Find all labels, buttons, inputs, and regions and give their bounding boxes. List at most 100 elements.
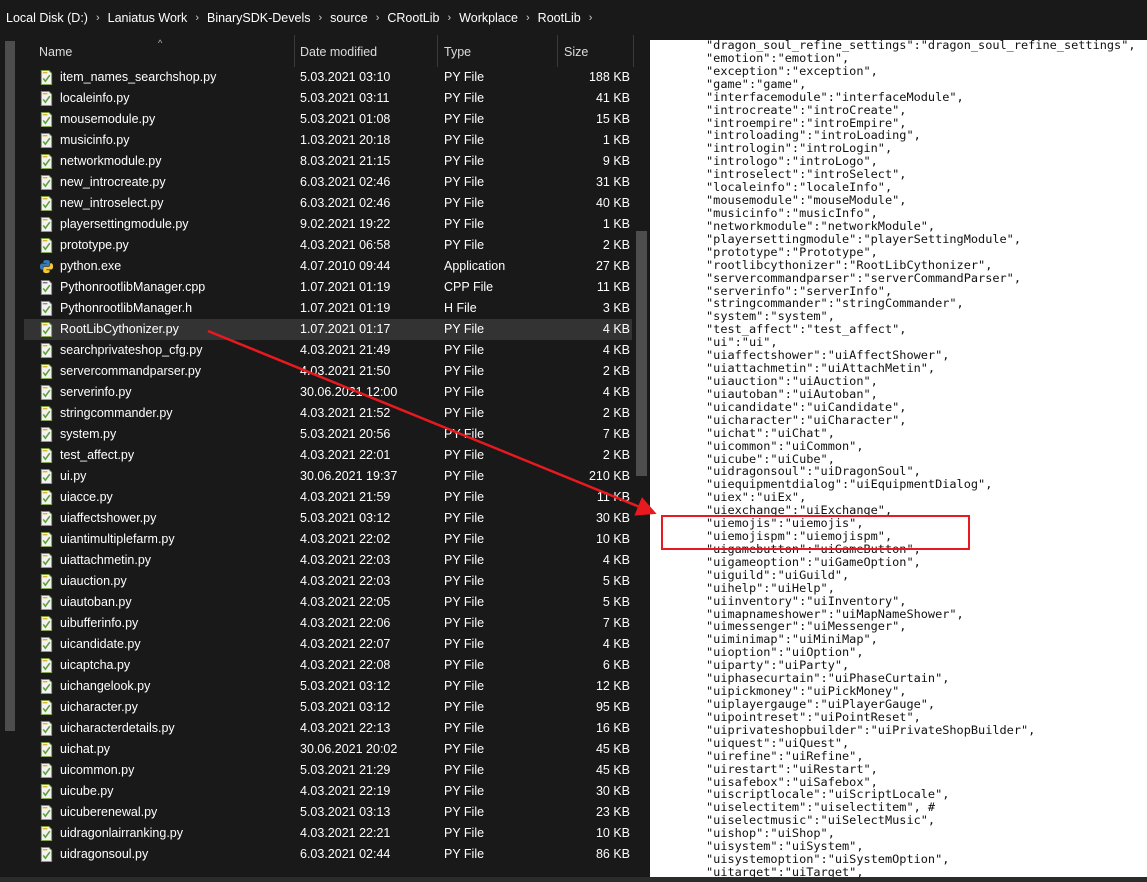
file-date-modified: 4.03.2021 22:13: [300, 721, 391, 735]
file-row[interactable]: networkmodule.py 8.03.2021 21:15 PY File 9 …: [24, 151, 632, 172]
file-date-modified: 8.03.2021 21:15: [300, 154, 391, 168]
chevron-right-icon[interactable]: ›: [96, 12, 100, 24]
file-type: PY File: [444, 343, 485, 357]
file-row[interactable]: musicinfo.py 1.03.2021 20:18 PY File 1 KB: [24, 130, 632, 151]
code-line: "uiprivateshopbuilder":"uiPrivateShopBui…: [706, 722, 1036, 737]
file-name: localeinfo.py: [60, 91, 130, 105]
file-row[interactable]: uicommon.py 5.03.2021 21:29 PY File 45 KB: [24, 760, 632, 781]
python-file-icon: [40, 532, 53, 547]
chevron-right-icon[interactable]: ›: [589, 12, 593, 24]
column-header-name[interactable]: Name: [33, 35, 295, 67]
cpp-file-icon: [40, 280, 53, 295]
file-date-modified: 5.03.2021 03:12: [300, 700, 391, 714]
file-row[interactable]: playersettingmodule.py 9.02.2021 19:22 PY …: [24, 214, 632, 235]
file-list: item_names_searchshop.py 5.03.2021 03:10 P…: [24, 67, 632, 865]
file-list-scrollbar-thumb[interactable]: [636, 231, 647, 476]
file-row[interactable]: uicube.py 4.03.2021 22:19 PY File 30 KB: [24, 781, 632, 802]
chevron-right-icon[interactable]: ›: [448, 12, 452, 24]
left-scrollbar-thumb[interactable]: [5, 41, 15, 731]
code-line: "uiguild":"uiGuild",: [706, 567, 850, 582]
file-type: CPP File: [444, 280, 494, 294]
breadcrumb-item[interactable]: source: [330, 11, 368, 25]
file-type: PY File: [444, 595, 485, 609]
file-row[interactable]: uiautoban.py 4.03.2021 22:05 PY File 5 KB: [24, 592, 632, 613]
column-header-type[interactable]: Type: [438, 35, 558, 67]
file-row[interactable]: uiaffectshower.py 5.03.2021 03:12 PY File 3…: [24, 508, 632, 529]
file-row[interactable]: uiattachmetin.py 4.03.2021 22:03 PY File 4 …: [24, 550, 632, 571]
file-type: PY File: [444, 574, 485, 588]
file-row[interactable]: uidragonlairranking.py 4.03.2021 22:21 PY …: [24, 823, 632, 844]
code-editor[interactable]: "dragon_soul_refine_settings":"dragon_so…: [650, 40, 1147, 877]
code-line: "game":"game",: [706, 76, 807, 91]
file-row[interactable]: test_affect.py 4.03.2021 22:01 PY File 2 KB: [24, 445, 632, 466]
file-row[interactable]: python.exe 4.07.2010 09:44 Application 27 K…: [24, 256, 632, 277]
breadcrumb-item[interactable]: RootLib: [538, 11, 581, 25]
file-row[interactable]: servercommandparser.py 4.03.2021 21:50 PY …: [24, 361, 632, 382]
file-row[interactable]: uiantimultiplefarm.py 4.03.2021 22:02 PY F…: [24, 529, 632, 550]
file-date-modified: 4.03.2021 22:08: [300, 658, 391, 672]
breadcrumb-item[interactable]: CRootLib: [387, 11, 439, 25]
file-row[interactable]: ui.py 30.06.2021 19:37 PY File 210 KB: [24, 466, 632, 487]
file-name: system.py: [60, 427, 117, 441]
file-row[interactable]: mousemodule.py 5.03.2021 01:08 PY File 15 K…: [24, 109, 632, 130]
code-line: "servercommandparser":"serverCommandPars…: [706, 270, 1021, 285]
file-row[interactable]: uibufferinfo.py 4.03.2021 22:06 PY File 7 K…: [24, 613, 632, 634]
file-row[interactable]: uicandidate.py 4.03.2021 22:07 PY File 4 KB: [24, 634, 632, 655]
code-line: "networkmodule":"networkModule",: [706, 218, 936, 233]
file-name: uidragonsoul.py: [60, 847, 149, 861]
chevron-right-icon[interactable]: ›: [526, 12, 530, 24]
file-list-scrollbar[interactable]: [636, 73, 647, 877]
file-date-modified: 1.07.2021 01:19: [300, 280, 391, 294]
file-row[interactable]: uiauction.py 4.03.2021 22:03 PY File 5 KB: [24, 571, 632, 592]
file-row[interactable]: prototype.py 4.03.2021 06:58 PY File 2 KB: [24, 235, 632, 256]
file-row[interactable]: stringcommander.py 4.03.2021 21:52 PY File…: [24, 403, 632, 424]
file-size: 45 KB: [595, 742, 630, 756]
column-header-size[interactable]: Size: [558, 35, 634, 67]
file-type: PY File: [444, 406, 485, 420]
file-row[interactable]: item_names_searchshop.py 5.03.2021 03:10 P…: [24, 67, 632, 88]
file-name: uibufferinfo.py: [60, 616, 139, 630]
file-size: 2 KB: [602, 448, 630, 462]
code-line: "uicommon":"uiCommon",: [706, 438, 864, 453]
file-row[interactable]: searchprivateshop_cfg.py 4.03.2021 21:49 P…: [24, 340, 632, 361]
file-name: uicharacterdetails.py: [60, 721, 175, 735]
breadcrumb-item[interactable]: BinarySDK-Devels: [207, 11, 311, 25]
breadcrumb-item[interactable]: Workplace: [459, 11, 518, 25]
chevron-right-icon[interactable]: ›: [376, 12, 380, 24]
file-row[interactable]: new_introselect.py 6.03.2021 02:46 PY File…: [24, 193, 632, 214]
file-type: PY File: [444, 112, 485, 126]
file-row[interactable]: uicharacter.py 5.03.2021 03:12 PY File 95 K…: [24, 697, 632, 718]
file-name: serverinfo.py: [60, 385, 132, 399]
python-file-icon: [40, 385, 53, 400]
file-row[interactable]: uichat.py 30.06.2021 20:02 PY File 45 KB: [24, 739, 632, 760]
breadcrumb-item[interactable]: Local Disk (D:): [6, 11, 88, 25]
file-type: PY File: [444, 700, 485, 714]
file-row[interactable]: uidragonsoul.py 6.03.2021 02:44 PY File 86 …: [24, 844, 632, 865]
file-row[interactable]: uichangelook.py 5.03.2021 03:12 PY File 12 …: [24, 676, 632, 697]
column-header-date[interactable]: Date modified: [294, 35, 438, 67]
breadcrumb-item[interactable]: Laniatus Work: [108, 11, 188, 25]
file-row[interactable]: uiacce.py 4.03.2021 21:59 PY File 11 KB: [24, 487, 632, 508]
file-row[interactable]: uicuberenewal.py 5.03.2021 03:13 PY File 23…: [24, 802, 632, 823]
chevron-right-icon[interactable]: ›: [195, 12, 199, 24]
file-row[interactable]: new_introcreate.py 6.03.2021 02:46 PY File…: [24, 172, 632, 193]
file-size: 11 KB: [596, 280, 630, 294]
file-row[interactable]: localeinfo.py 5.03.2021 03:11 PY File 41 KB: [24, 88, 632, 109]
file-row[interactable]: PythonrootlibManager.cpp 1.07.2021 01:19 C…: [24, 277, 632, 298]
file-type: PY File: [444, 70, 485, 84]
file-row[interactable]: uicaptcha.py 4.03.2021 22:08 PY File 6 KB: [24, 655, 632, 676]
file-type: PY File: [444, 133, 485, 147]
file-size: 45 KB: [595, 763, 630, 777]
file-size: 86 KB: [595, 847, 630, 861]
file-row[interactable]: uicharacterdetails.py 4.03.2021 22:13 PY F…: [24, 718, 632, 739]
file-name: searchprivateshop_cfg.py: [60, 343, 203, 357]
file-date-modified: 30.06.2021 12:00: [300, 385, 398, 399]
file-name: uiacce.py: [60, 490, 113, 504]
file-row[interactable]: serverinfo.py 30.06.2021 12:00 PY File 4 KB: [24, 382, 632, 403]
file-row[interactable]: PythonrootlibManager.h 1.07.2021 01:19 H F…: [24, 298, 632, 319]
left-scrollbar[interactable]: [0, 35, 24, 877]
file-row[interactable]: system.py 5.03.2021 20:56 PY File 7 KB: [24, 424, 632, 445]
chevron-right-icon[interactable]: ›: [319, 12, 323, 24]
python-file-icon: [40, 217, 53, 232]
file-row[interactable]: RootLibCythonizer.py 1.07.2021 01:17 PY Fi…: [24, 319, 632, 340]
